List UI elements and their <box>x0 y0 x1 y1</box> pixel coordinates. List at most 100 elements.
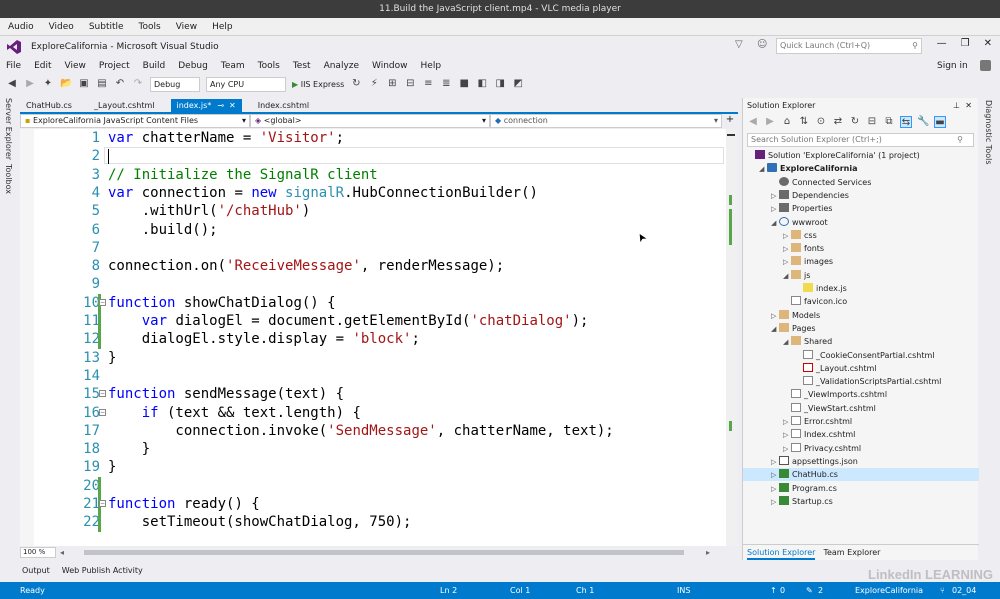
vlc-menu-subtitle[interactable]: Subtitle <box>89 22 124 32</box>
bookmark-next-icon[interactable]: ◨ <box>494 78 506 90</box>
code-line[interactable]: 16 if (text && text.length) { <box>20 404 728 422</box>
properties-icon[interactable]: 🔧 <box>917 116 929 128</box>
menu-view[interactable]: View <box>65 61 86 71</box>
editor-vertical-scrollbar[interactable] <box>726 129 738 546</box>
tree-item[interactable]: ▷ css <box>783 229 817 242</box>
tree-item[interactable]: ▷ Error.cshtml <box>783 415 852 428</box>
forward-icon[interactable]: ▶ <box>764 116 776 128</box>
minimize-icon[interactable]: — <box>937 38 947 49</box>
code-line[interactable]: 14 <box>20 367 728 385</box>
tree-item[interactable]: ◢ ExploreCalifornia <box>759 162 857 175</box>
menu-debug[interactable]: Debug <box>178 61 208 71</box>
up-arrow-icon[interactable]: ↑ <box>770 582 777 599</box>
solution-search-input[interactable]: Search Solution Explorer (Ctrl+;) ⚲ <box>747 133 974 147</box>
configuration-dropdown[interactable]: Debug <box>150 76 200 92</box>
tree-item[interactable]: _ViewStart.cshtml <box>783 402 876 415</box>
collapsed-icon[interactable]: ▷ <box>771 310 779 323</box>
expanded-icon[interactable]: ◢ <box>783 270 791 283</box>
show-all-files-icon[interactable]: ⧉ <box>883 116 895 128</box>
vlc-menu-video[interactable]: Video <box>49 22 74 32</box>
sync-icon[interactable]: ⇄ <box>832 116 844 128</box>
code-line[interactable]: 18 } <box>20 440 728 458</box>
code-line[interactable]: 8 connection.on('ReceiveMessage', renderM… <box>20 257 728 275</box>
code-line[interactable]: 20 <box>20 477 728 495</box>
diagnostic-tools-tab[interactable]: Diagnostic Tools <box>984 100 993 165</box>
collapse-icon[interactable]: − <box>99 408 106 416</box>
tree-item[interactable]: ▷ ChatHub.cs <box>771 468 838 481</box>
menu-help[interactable]: Help <box>421 61 442 71</box>
collapsed-icon[interactable]: ▷ <box>783 256 791 269</box>
tree-item[interactable]: ▷ appsettings.json <box>771 455 858 468</box>
code-line[interactable]: 9 <box>20 275 728 293</box>
code-editor[interactable]: 1 var chatterName = 'Visitor'; 2 3 // Initia… <box>20 129 728 546</box>
run-button[interactable]: ▶ IIS Express <box>292 80 344 89</box>
pending-changes-icon[interactable]: ⊙ <box>815 116 827 128</box>
bottom-tab-output[interactable]: Output <box>22 566 50 575</box>
server-explorer-tab[interactable]: Server Explorer <box>4 98 13 160</box>
bookmark-icon[interactable]: ■ <box>458 78 470 90</box>
sign-in-link[interactable]: Sign in <box>937 61 968 71</box>
expanded-icon[interactable]: ◢ <box>771 323 779 336</box>
expanded-icon[interactable]: ◢ <box>771 217 779 230</box>
tab-index-js-[interactable]: index.js* ⊸ ✕ <box>170 99 242 113</box>
branch-icon[interactable]: ⑂ <box>940 582 945 599</box>
collapsed-icon[interactable]: ▷ <box>783 243 791 256</box>
back-icon[interactable]: ◀ <box>747 116 759 128</box>
uncomment-icon[interactable]: ≣ <box>440 78 452 90</box>
collapse-icon[interactable]: − <box>99 390 106 398</box>
collapse-icon[interactable]: − <box>99 298 106 306</box>
collapsed-icon[interactable]: ▷ <box>771 483 779 496</box>
tree-item[interactable]: Solution 'ExploreCalifornia' (1 project) <box>747 149 920 162</box>
code-line[interactable]: 7 <box>20 239 728 257</box>
bottom-tab-web-publish-activity[interactable]: Web Publish Activity <box>62 566 143 575</box>
code-line[interactable]: 11 var dialogEl = document.getElementByI… <box>20 312 728 330</box>
collapsed-icon[interactable]: ▷ <box>783 443 791 456</box>
expanded-icon[interactable]: ◢ <box>759 163 767 176</box>
restore-icon[interactable]: ❐ <box>961 38 970 49</box>
code-line[interactable]: 3 // Initialize the SignalR client <box>20 166 728 184</box>
tree-item[interactable]: ▷ Startup.cs <box>771 495 833 508</box>
issues-icon[interactable]: ◂ <box>60 548 64 557</box>
close-icon[interactable]: ✕ <box>965 98 972 113</box>
code-line[interactable]: 13} <box>20 349 728 367</box>
collapsed-icon[interactable]: ▷ <box>771 496 779 509</box>
status-changes-count[interactable]: 2 <box>818 582 823 599</box>
quick-launch-input[interactable]: Quick Launch (Ctrl+Q) ⚲ <box>776 38 922 54</box>
tab--layout-cshtml[interactable]: _Layout.cshtml <box>88 99 161 113</box>
collapsed-icon[interactable]: ▷ <box>771 190 779 203</box>
tree-item[interactable]: ▷ fonts <box>783 242 824 255</box>
platform-dropdown[interactable]: Any CPU <box>206 76 286 92</box>
collapsed-icon[interactable]: ▷ <box>771 469 779 482</box>
vlc-menu-view[interactable]: View <box>176 22 197 32</box>
tree-item[interactable]: ◢ Shared <box>783 335 832 348</box>
tab-solution-explorer[interactable]: Solution Explorer <box>747 545 816 560</box>
menu-team[interactable]: Team <box>221 61 245 71</box>
forward-icon[interactable]: ▶ <box>24 78 36 90</box>
new-project-icon[interactable]: ✦ <box>42 78 54 90</box>
menu-analyze[interactable]: Analyze <box>324 61 359 71</box>
tree-item[interactable]: favicon.ico <box>783 295 847 308</box>
tree-item[interactable]: ▷ Models <box>771 309 820 322</box>
back-icon[interactable]: ◀ <box>6 78 18 90</box>
tree-item[interactable]: _ViewImports.cshtml <box>783 388 887 401</box>
code-line[interactable]: 19} <box>20 458 728 476</box>
filter-icon[interactable]: ▽ <box>735 39 743 50</box>
menu-tools[interactable]: Tools <box>258 61 280 71</box>
code-line[interactable]: 5 .withUrl('/chatHub') <box>20 202 728 220</box>
tree-item[interactable]: ▷ Dependencies <box>771 189 849 202</box>
tree-item[interactable]: _CookieConsentPartial.cshtml <box>795 349 934 362</box>
tree-item[interactable]: ▷ Index.cshtml <box>783 428 855 441</box>
tree-item[interactable]: index.js <box>795 282 847 295</box>
tab-index-cshtml[interactable]: Index.cshtml <box>252 99 315 113</box>
menu-test[interactable]: Test <box>293 61 311 71</box>
split-editor-icon[interactable]: + <box>722 114 738 129</box>
scope-dropdown[interactable]: ◈ <global> ▾ <box>250 114 490 128</box>
collapse-icon[interactable]: − <box>99 500 106 507</box>
switch-views-icon[interactable]: ⇅ <box>798 116 810 128</box>
refresh-icon[interactable]: ↻ <box>849 116 861 128</box>
undo-icon[interactable]: ↶ <box>114 78 126 90</box>
refresh-icon[interactable]: ↻ <box>350 78 362 90</box>
close-icon[interactable]: ✕ <box>984 38 992 49</box>
zoom-dropdown[interactable]: 100 % <box>20 546 56 558</box>
bookmark-clear-icon[interactable]: ◩ <box>512 78 524 90</box>
